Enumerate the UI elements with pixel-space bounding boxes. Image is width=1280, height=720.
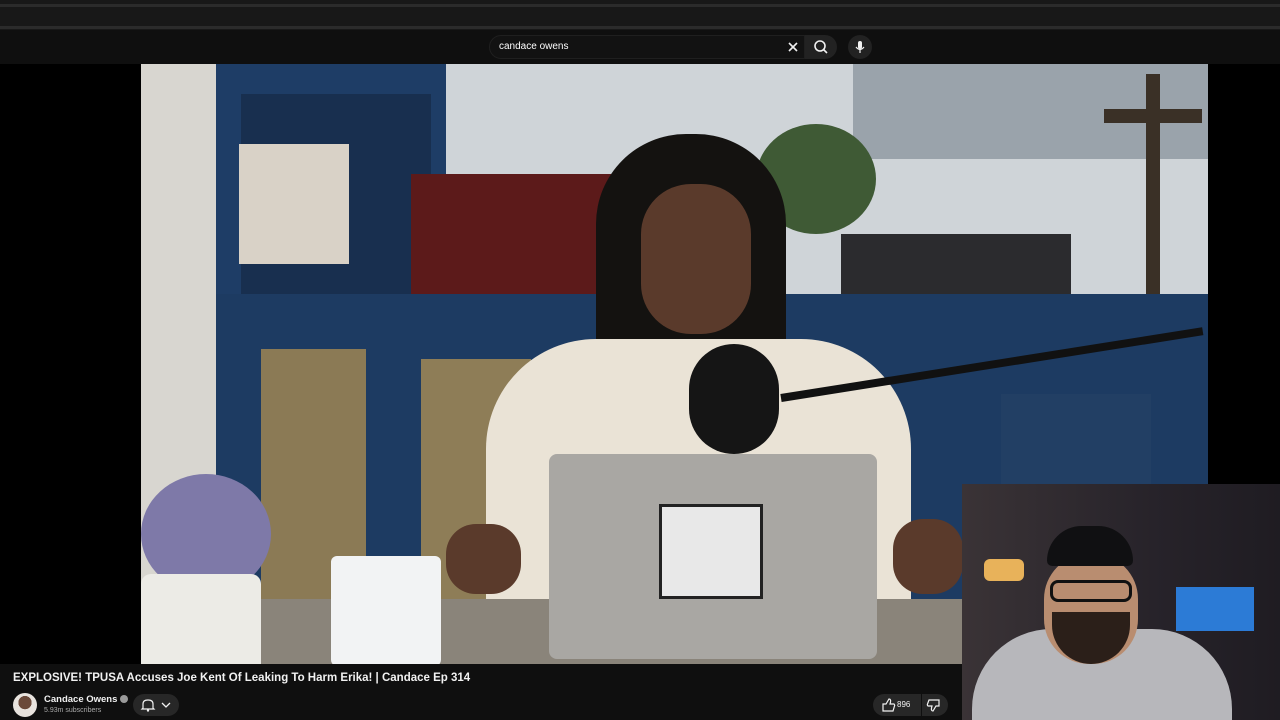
channel-name[interactable]: Candace Owens — [44, 694, 129, 705]
video-info-bar: EXPLOSIVE! TPUSA Accuses Joe Kent Of Lea… — [0, 664, 962, 720]
host-hand — [446, 524, 521, 594]
thumbs-down-icon — [926, 699, 940, 712]
subscriber-count: 5.93m subscribers — [44, 707, 102, 714]
scene-flower-pot — [141, 574, 261, 664]
like-button[interactable]: 896 — [873, 694, 921, 716]
notification-button[interactable] — [133, 694, 179, 716]
search-query-text: candace owens — [499, 41, 569, 52]
webcam-person-glasses — [1050, 580, 1132, 602]
webcam-lamp — [984, 559, 1024, 581]
search-icon — [814, 40, 828, 54]
like-count: 896 — [897, 700, 911, 709]
host-hand — [893, 519, 963, 594]
scene-crucifix-bar — [1104, 109, 1202, 123]
search-input[interactable]: candace owens — [489, 35, 805, 59]
thumbs-up-icon — [882, 698, 896, 712]
channel-name-text: Candace Owens — [44, 694, 118, 705]
studio-microphone — [689, 344, 779, 454]
notification-bell-icon — [140, 699, 171, 712]
dislike-button[interactable] — [922, 694, 948, 716]
scene-books — [239, 144, 349, 264]
top-divider — [0, 4, 1280, 7]
browser-top-strip — [0, 0, 1280, 30]
search-button[interactable] — [805, 35, 837, 59]
webcam-overlay — [962, 484, 1280, 720]
avatar[interactable] — [13, 693, 37, 717]
voice-search-button[interactable] — [848, 35, 872, 59]
video-title: EXPLOSIVE! TPUSA Accuses Joe Kent Of Lea… — [13, 672, 471, 684]
search-bar: candace owens — [0, 30, 1280, 64]
top-divider — [0, 26, 1280, 29]
scene-mug — [331, 556, 441, 664]
verified-check-icon — [120, 695, 129, 704]
scene-books-red — [411, 174, 611, 294]
close-icon — [788, 42, 798, 52]
clear-search-button[interactable] — [785, 39, 801, 55]
laptop-sticker — [659, 504, 763, 599]
webcam-tv — [1176, 587, 1254, 631]
host-face — [641, 184, 751, 334]
microphone-icon — [855, 41, 865, 53]
